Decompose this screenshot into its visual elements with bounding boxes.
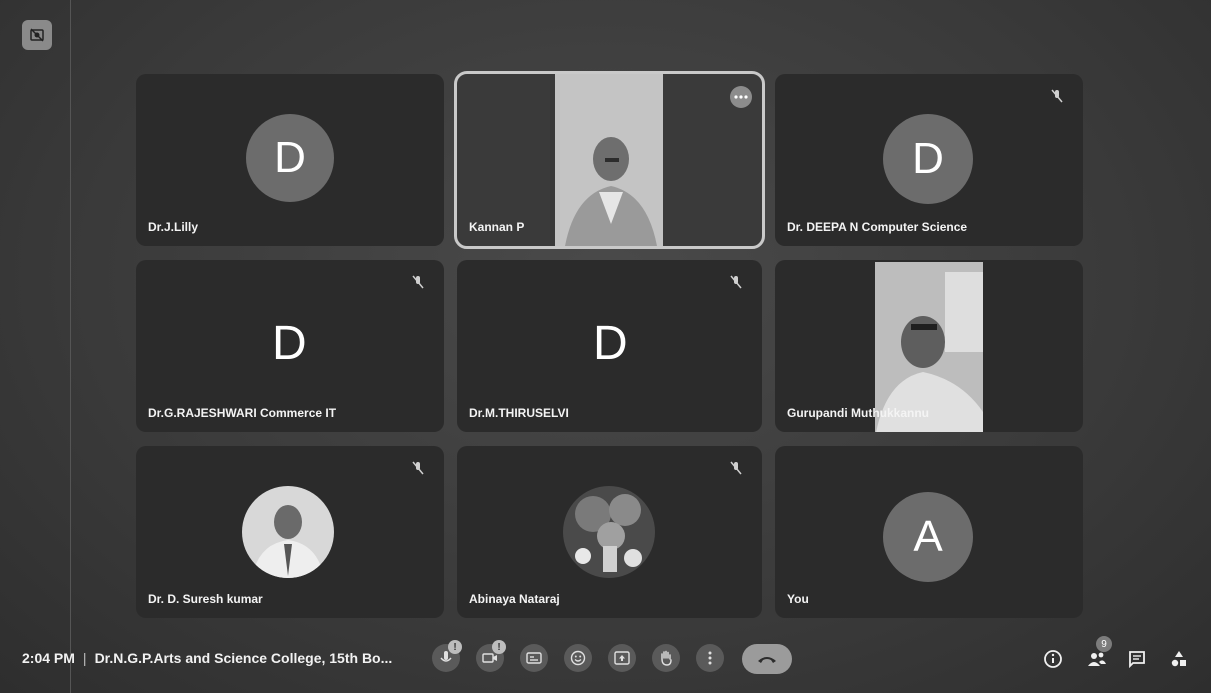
meeting-screen: D Dr.J.Lilly Kannan P D Dr. DEEPA N Comp… (0, 0, 1211, 693)
emoji-icon (570, 650, 586, 666)
participant-name: You (787, 592, 809, 606)
avatar: A (883, 492, 973, 582)
chat-icon (1129, 651, 1145, 669)
captions-button[interactable] (520, 644, 548, 672)
avatar: D (883, 114, 973, 204)
people-button[interactable]: 9 (1086, 636, 1112, 670)
participant-tile[interactable]: D Dr. DEEPA N Computer Science (775, 74, 1083, 246)
people-count-badge: 9 (1096, 636, 1112, 652)
avatar-photo (563, 486, 655, 578)
divider-line (70, 0, 71, 693)
participant-name: Abinaya Nataraj (469, 592, 560, 606)
meeting-title: Dr.N.G.P.Arts and Science College, 15th … (94, 650, 393, 666)
leave-call-icon (758, 657, 776, 663)
warning-badge: ! (448, 640, 462, 654)
present-icon (614, 651, 630, 665)
participant-name: Dr.G.RAJESHWARI Commerce IT (148, 406, 337, 420)
tile-more-button[interactable] (730, 86, 752, 108)
chat-button[interactable] (1126, 648, 1148, 670)
participant-tile-active[interactable]: Kannan P (454, 71, 765, 249)
camera-button[interactable]: ! (476, 640, 506, 672)
emoji-button[interactable] (564, 644, 592, 672)
avatar-letter: D (593, 317, 628, 370)
hide-self-view-button[interactable] (22, 20, 52, 50)
people-icon (1088, 652, 1106, 666)
participant-tile[interactable]: Dr. D. Suresh kumar (136, 446, 444, 618)
participant-name: Dr.M.THIRUSELVI (469, 406, 569, 420)
participant-name: Gurupandi Muthukkannu (787, 406, 929, 420)
participant-tile[interactable]: Gurupandi Muthukkannu (775, 260, 1083, 432)
mic-button[interactable]: ! (432, 640, 462, 672)
participant-name: Dr. DEEPA N Computer Science (787, 220, 968, 234)
raise-hand-icon (661, 650, 672, 666)
video-feed (555, 74, 663, 246)
participant-name: Dr. D. Suresh kumar (148, 592, 263, 606)
mic-off-icon (412, 461, 424, 475)
avatar-letter: D (272, 317, 307, 370)
raise-hand-button[interactable] (652, 644, 680, 672)
more-options-button[interactable] (696, 644, 724, 672)
leave-call-button[interactable] (742, 644, 792, 674)
avatar: D (246, 114, 334, 202)
warning-badge: ! (492, 640, 506, 654)
more-horiz-icon (734, 95, 748, 99)
avatar-letter: D (274, 133, 306, 182)
captions-icon (526, 652, 542, 664)
avatar-letter: A (913, 512, 943, 561)
separator: | (82, 650, 87, 666)
mic-off-icon (412, 275, 424, 289)
mic-off-icon (730, 461, 742, 475)
hide-self-view-icon (30, 28, 44, 42)
avatar-photo (242, 486, 334, 578)
participant-tile[interactable]: Abinaya Nataraj (457, 446, 762, 618)
participant-name: Kannan P (469, 220, 525, 234)
info-icon (1044, 650, 1062, 668)
participant-tile[interactable]: D Dr.G.RAJESHWARI Commerce IT (136, 260, 444, 432)
participant-name: Dr.J.Lilly (148, 220, 199, 234)
activities-icon (1171, 651, 1186, 667)
participant-tile[interactable]: D Dr.M.THIRUSELVI (457, 260, 762, 432)
meeting-info-button[interactable] (1042, 648, 1064, 670)
avatar-letter: D (912, 134, 944, 183)
activities-button[interactable] (1168, 648, 1190, 670)
meeting-info: 2:04 PM | Dr.N.G.P.Arts and Science Colleg… (22, 650, 392, 666)
participant-tile-self[interactable]: A You (775, 446, 1083, 618)
participant-tile[interactable]: D Dr.J.Lilly (136, 74, 444, 246)
more-vert-icon (708, 651, 712, 665)
control-bar: 2:04 PM | Dr.N.G.P.Arts and Science Colleg… (0, 632, 1211, 693)
present-button[interactable] (608, 644, 636, 672)
person-video (555, 74, 663, 246)
camera-icon (482, 653, 497, 663)
mic-off-icon (730, 275, 742, 289)
mic-off-icon (1051, 89, 1063, 103)
clock-time: 2:04 PM (22, 650, 75, 666)
